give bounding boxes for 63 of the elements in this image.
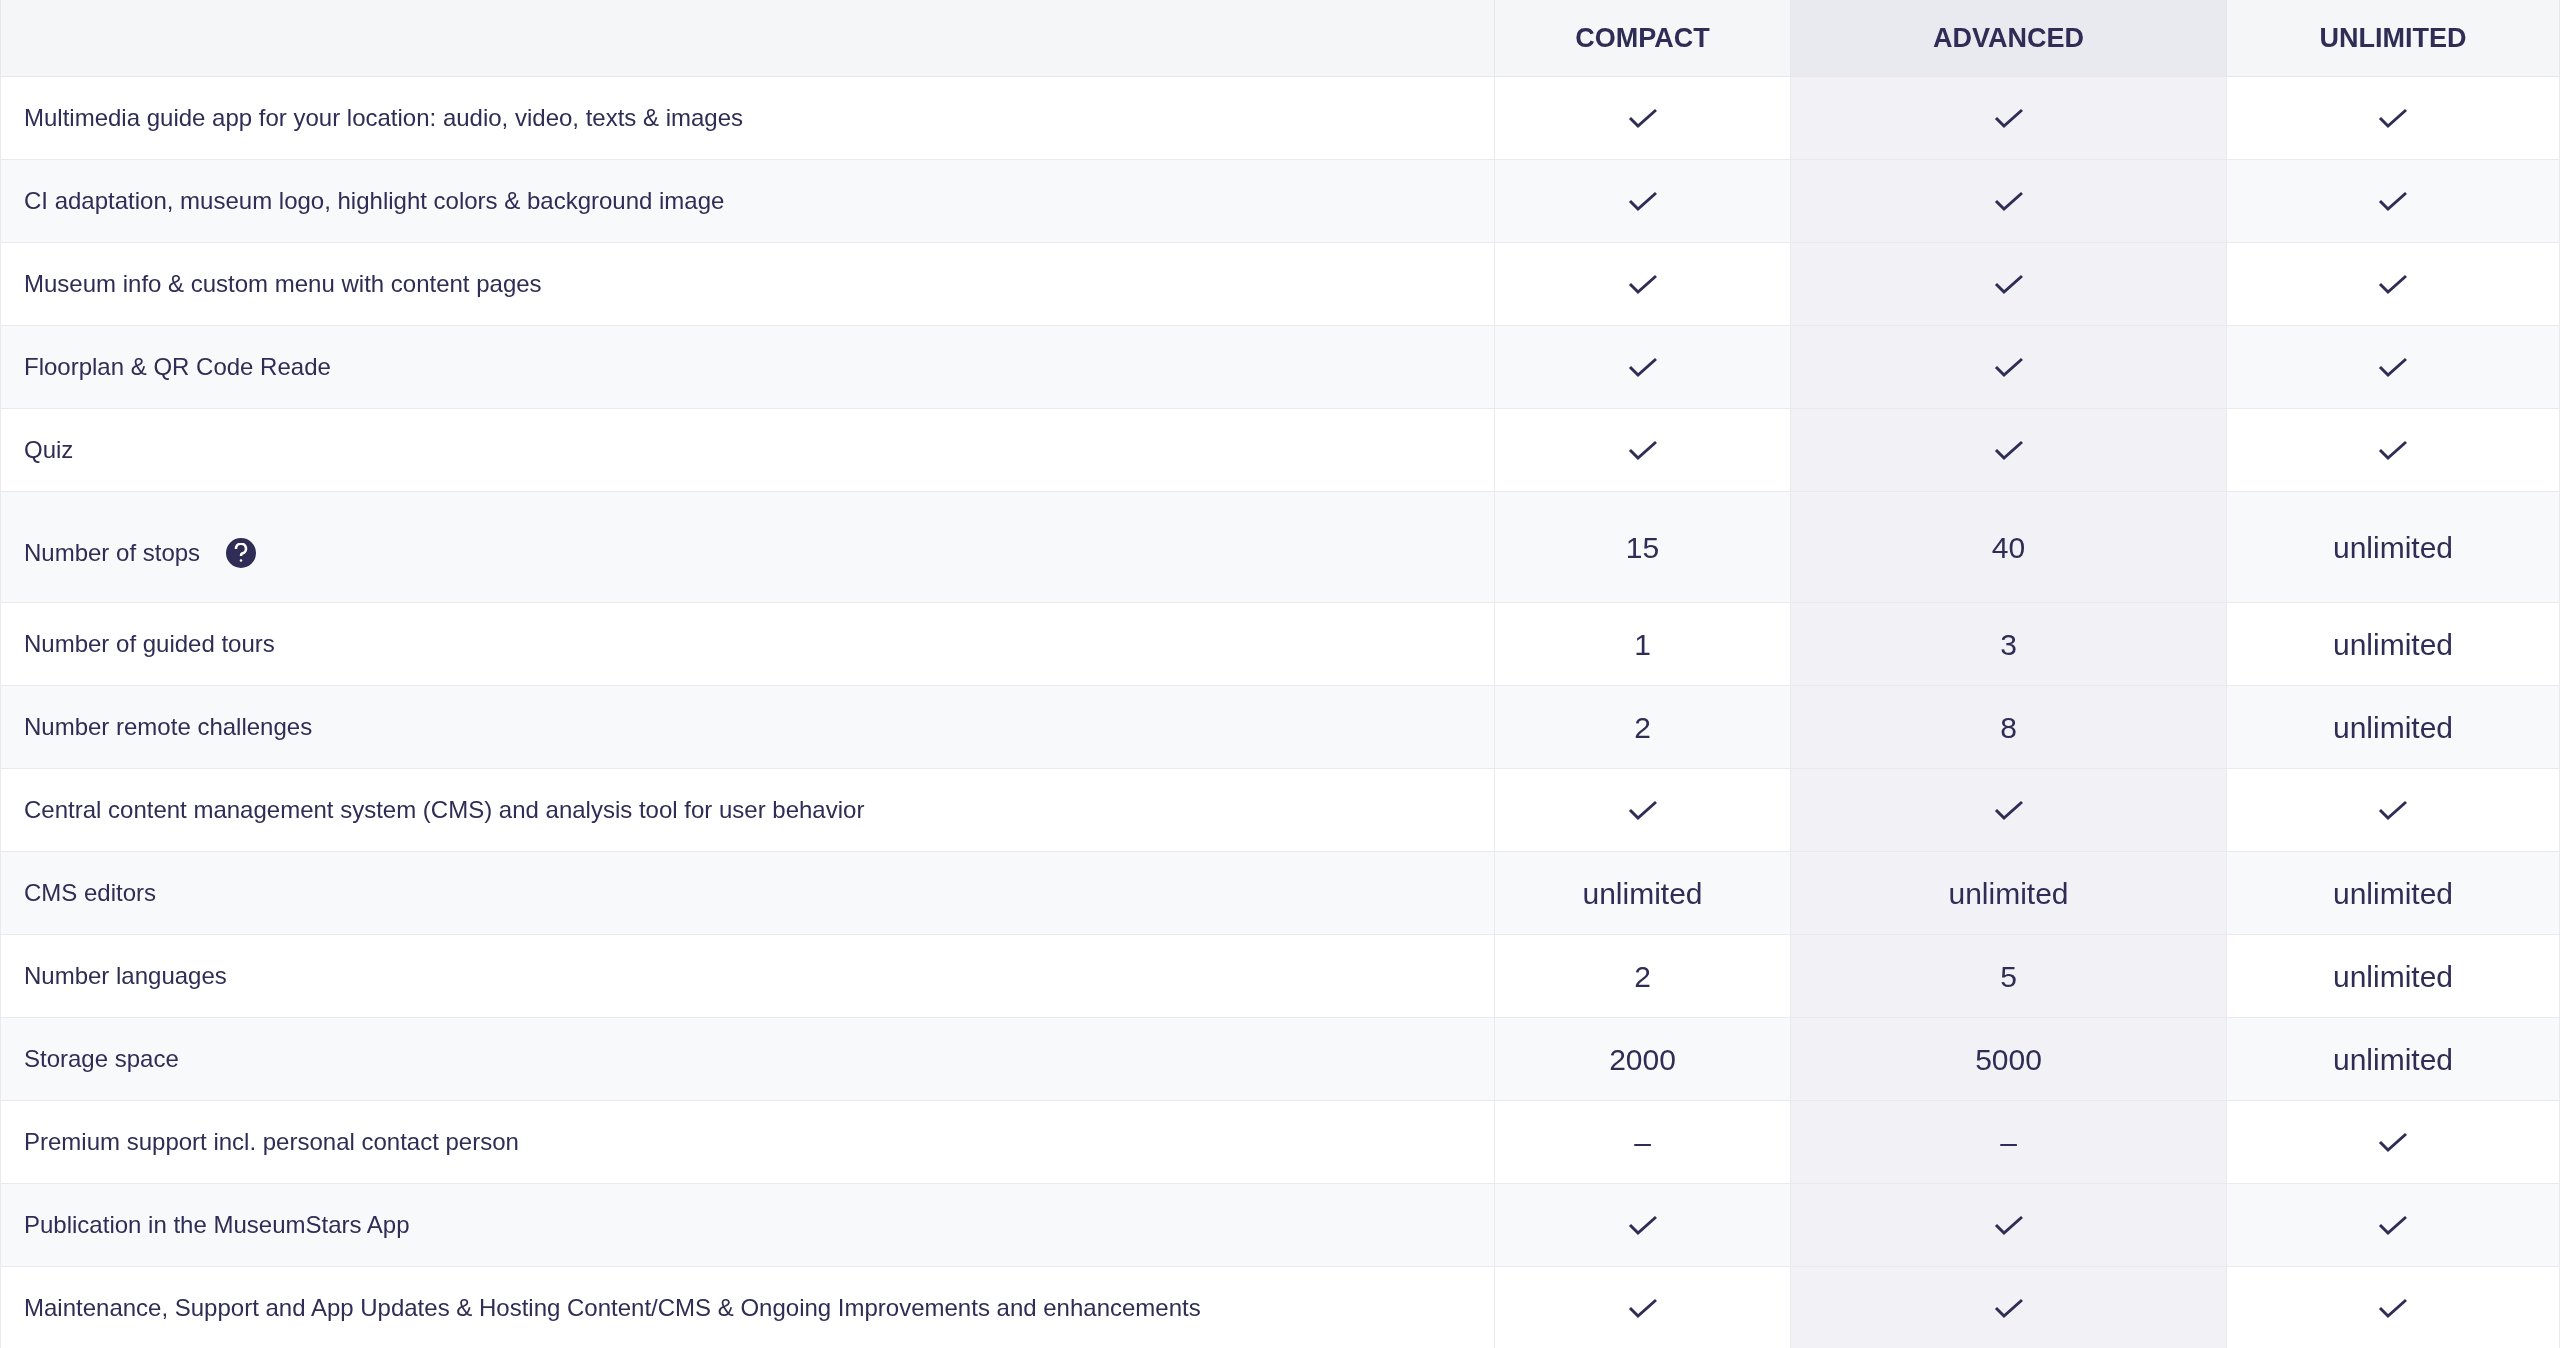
checkmark-icon [1627,799,1658,821]
value-text: – [2000,1124,2017,1161]
value-text: 2000 [1609,1041,1676,1078]
checkmark-icon [1627,1297,1658,1319]
value-text: 2 [1634,709,1651,746]
feature-label: CMS editors [24,878,157,908]
value-text: 5 [2000,958,2017,995]
feature-label: Floorplan & QR Code Reade [24,352,331,382]
value-text: 15 [1625,529,1660,566]
checkmark-icon [1627,107,1658,129]
value-text: unlimited [1582,875,1703,912]
feature-label: Multimedia guide app for your location: audio, video, texts & images [24,103,744,133]
checkmark-icon [2378,356,2408,378]
value-text: 40 [1991,529,2026,566]
checkmark-icon [1993,1214,2024,1236]
checkmark-icon [2378,273,2408,295]
checkmark-icon [1627,439,1658,461]
value-text: 3 [2000,626,2017,663]
checkmark-icon [2378,799,2408,821]
feature-label: Central content management system (CMS) and analysis tool for user behavior [24,795,865,825]
feature-label: CI adaptation, museum logo, highlight colors & background image [24,186,725,216]
checkmark-icon [1627,190,1658,212]
value-text: unlimited [2332,529,2454,566]
checkmark-icon [1993,439,2024,461]
feature-label: Publication in the MuseumStars App [24,1210,410,1240]
checkmark-icon [1993,273,2024,295]
value-text: unlimited [1948,875,2069,912]
checkmark-icon [2378,190,2408,212]
feature-label: Premium support incl. personal contact person [24,1127,519,1157]
value-text: unlimited [2332,875,2454,912]
value-text: unlimited [2332,1041,2454,1078]
checkmark-icon [1993,799,2024,821]
help-icon[interactable] [226,538,257,568]
checkmark-icon [2378,439,2408,461]
value-text: 1 [1634,626,1651,663]
checkmark-icon [2378,107,2408,129]
checkmark-icon [1627,356,1658,378]
checkmark-icon [2378,1214,2408,1236]
feature-label: Number languages [24,961,227,991]
column-header: UNLIMITED [2227,0,2560,76]
value-text: unlimited [2332,626,2454,663]
feature-label: Number of guided tours [24,629,275,659]
checkmark-icon [1627,273,1658,295]
checkmark-icon [1993,1297,2024,1319]
value-text: – [1634,1124,1651,1161]
column-header: ADVANCED [1791,0,2227,76]
feature-label: Quiz [24,435,74,465]
value-text: 2 [1634,958,1651,995]
value-text: 5000 [1975,1041,2042,1078]
value-text: unlimited [2332,709,2454,746]
checkmark-icon [1627,1214,1658,1236]
checkmark-icon [2378,1297,2408,1319]
feature-label: Museum info & custom menu with content pages [24,269,542,299]
checkmark-icon [1993,107,2024,129]
feature-label: Number remote challenges [24,712,313,742]
value-text: unlimited [2332,958,2454,995]
value-text: 8 [2000,709,2017,746]
checkmark-icon [2378,1131,2408,1153]
feature-label: Number of stops [24,538,201,568]
checkmark-icon [1993,190,2024,212]
feature-label: Storage space [24,1044,179,1074]
checkmark-icon [1993,356,2024,378]
feature-label: Maintenance, Support and App Updates & Hosting Content/CMS & Ongoing Improvements and enhancements [24,1293,1201,1323]
